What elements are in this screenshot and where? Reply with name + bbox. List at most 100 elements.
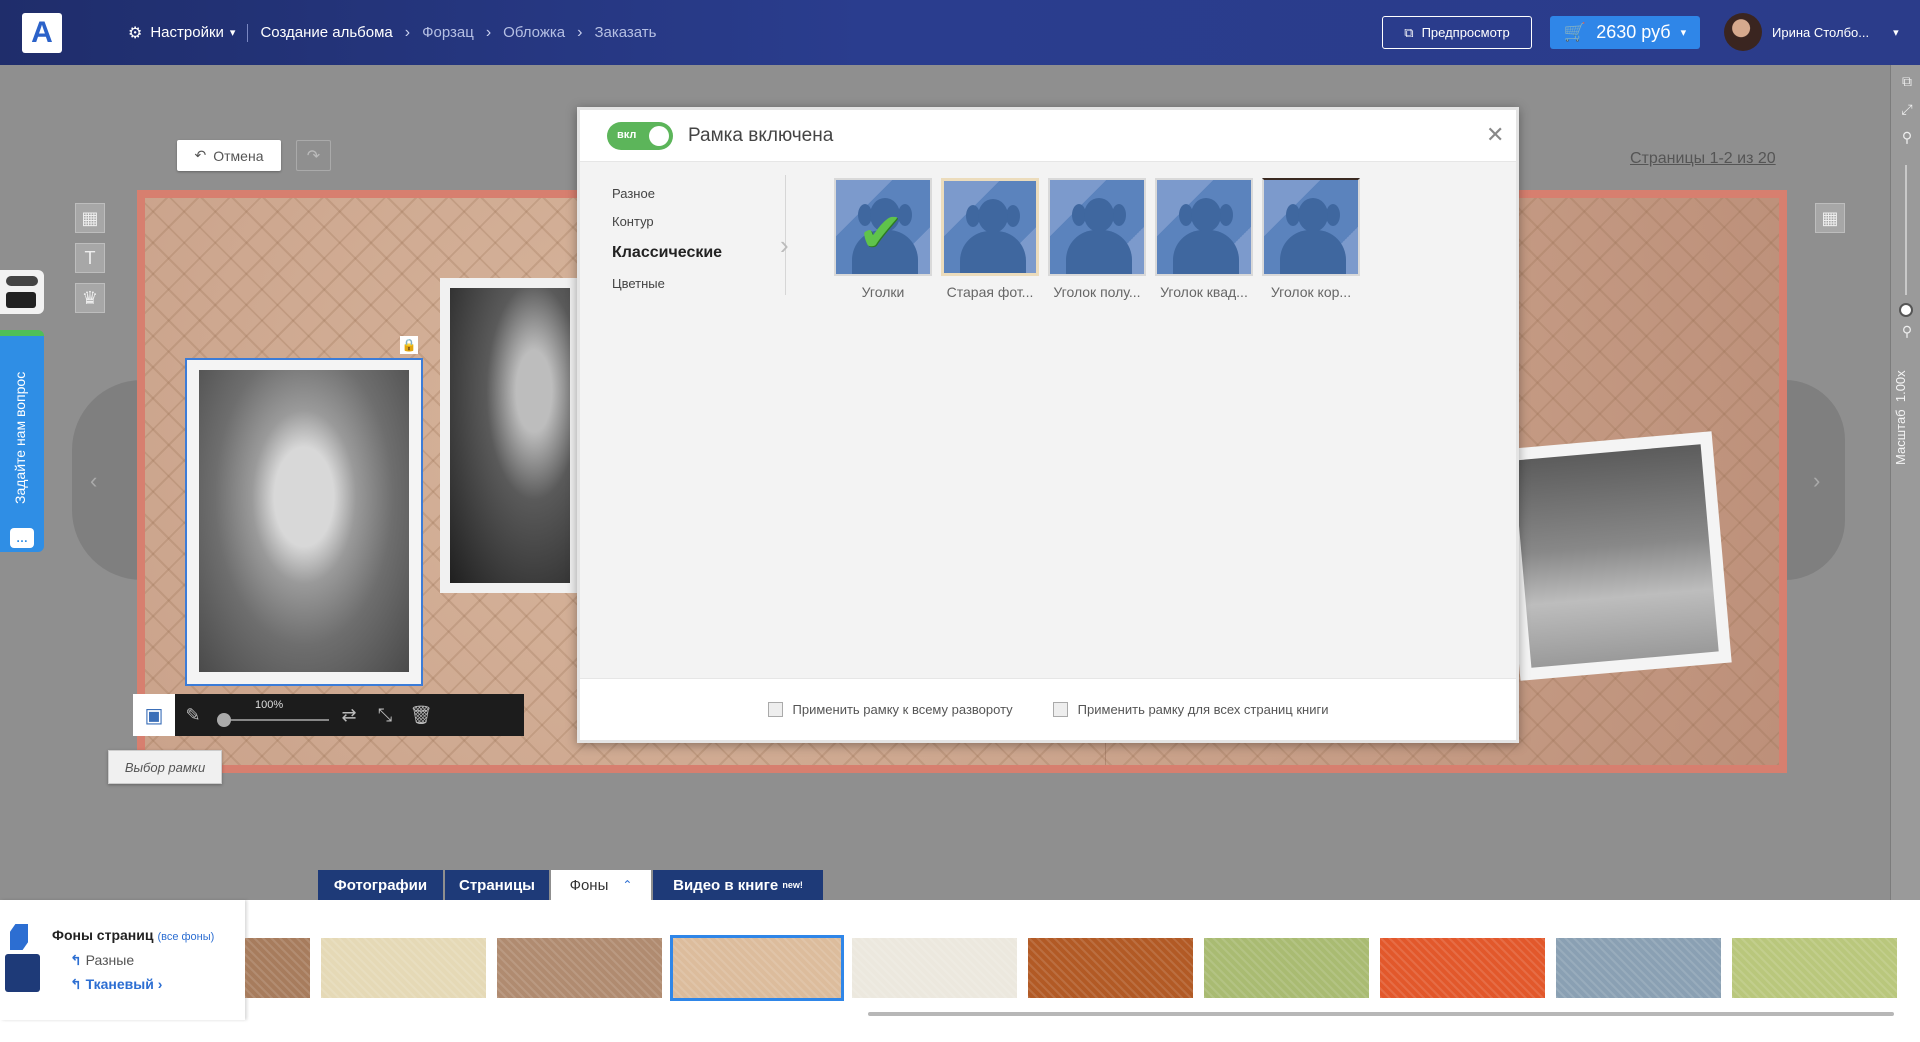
background-swatch[interactable] xyxy=(1380,938,1545,998)
frame-thumbnail: ✔ xyxy=(834,178,932,276)
background-swatch[interactable] xyxy=(1732,938,1897,998)
chevron-right-icon: › xyxy=(485,23,492,41)
photo-image xyxy=(199,370,409,672)
category-parent[interactable]: ↰ Разные xyxy=(70,952,134,969)
cart-button[interactable]: 🛒 2630 руб ▾ xyxy=(1550,16,1700,49)
frame-thumbnail xyxy=(941,178,1039,276)
undo-button[interactable]: ↶ Отмена xyxy=(177,140,281,171)
accessibility-widget[interactable] xyxy=(0,270,44,314)
backgrounds-panel: Фоны страниц (все фоны) ↰ Разные ↰ Тканев… xyxy=(0,900,1920,1042)
chevron-down-icon: ▾ xyxy=(1893,26,1899,39)
top-bar: A ⚙ Настройки ▾ Создание альбома › Форза… xyxy=(0,0,1920,65)
background-swatch[interactable] xyxy=(245,938,310,998)
frame-thumbnail xyxy=(1048,178,1146,276)
slider-handle[interactable] xyxy=(217,713,231,727)
layout-tool-icon[interactable]: ▦ xyxy=(75,203,105,233)
next-page-button[interactable]: › xyxy=(1785,380,1845,580)
zoom-slider-handle[interactable] xyxy=(1899,303,1913,317)
chevron-down-icon: ▾ xyxy=(229,27,236,39)
redo-button[interactable]: ↷ xyxy=(296,140,331,171)
chevron-down-icon: ▾ xyxy=(1680,27,1687,39)
zoom-readout: Масштаб 1.00x xyxy=(1893,370,1908,465)
apply-all-checkbox[interactable]: Применить рамку для всех страниц книги xyxy=(1052,702,1328,717)
category-classic[interactable]: Классические xyxy=(612,236,752,270)
crumb-create-album[interactable]: Создание альбома xyxy=(260,24,392,41)
layers-icon[interactable] xyxy=(10,924,28,950)
tab-pages[interactable]: Страницы xyxy=(445,870,549,900)
dialog-title: Рамка включена xyxy=(688,125,834,146)
zoom-track xyxy=(1905,165,1907,295)
crown-tool-icon[interactable]: ♛ xyxy=(75,283,105,313)
background-swatch[interactable] xyxy=(497,938,662,998)
category-outline[interactable]: Контур xyxy=(612,208,752,236)
toggle-knob xyxy=(649,126,669,146)
toggle-icon xyxy=(6,276,38,286)
chevron-left-icon: ‹ xyxy=(90,468,98,493)
replace-photo-icon[interactable]: ⇄ xyxy=(331,694,367,736)
fit-photo-icon[interactable]: ⤡ xyxy=(367,694,403,736)
tab-photos[interactable]: Фотографии xyxy=(318,870,443,900)
chevron-right-icon: › xyxy=(780,230,789,260)
check-icon: ✔ xyxy=(858,203,904,263)
chevron-up-icon: ⌃ xyxy=(622,878,633,892)
category-current[interactable]: ↰ Тканевый › xyxy=(70,976,162,993)
photo-zoom-slider[interactable]: 100% xyxy=(211,694,331,736)
trash-icon[interactable]: 🗑 xyxy=(403,694,439,736)
frame-option-old-photo[interactable]: Старая фот... xyxy=(941,178,1039,300)
background-swatch[interactable] xyxy=(1028,938,1193,998)
frame-select-icon[interactable]: ▣ xyxy=(133,694,175,736)
category-misc[interactable]: Разное xyxy=(612,180,752,208)
zoom-out-icon[interactable]: ⚲ xyxy=(1899,323,1915,339)
crumb-endpaper[interactable]: Форзац xyxy=(422,24,474,41)
breadcrumb: ⚙ Настройки ▾ Создание альбома › Форзац … xyxy=(128,0,656,65)
crumb-order[interactable]: Заказать xyxy=(594,24,656,41)
background-swatch[interactable] xyxy=(852,938,1017,998)
fullscreen-icon[interactable]: ⤢ xyxy=(1899,101,1915,117)
frame-option-half-corner[interactable]: Уголок полу... xyxy=(1048,178,1146,300)
frame-option-square-corner[interactable]: Уголок квад... xyxy=(1155,178,1253,300)
frame-dialog: вкл Рамка включена ✕ Разное Контур Класс… xyxy=(577,107,1519,743)
horizontal-scrollbar[interactable] xyxy=(868,1012,1894,1016)
text-tool-icon[interactable]: T xyxy=(75,243,105,273)
dialog-header: вкл Рамка включена ✕ xyxy=(580,110,1516,162)
background-swatch[interactable] xyxy=(321,938,486,998)
ask-question-tab[interactable]: Задайте нам вопрос … xyxy=(0,330,44,552)
photo-old-man-selected[interactable] xyxy=(185,358,423,686)
frame-thumbnail xyxy=(1262,178,1360,276)
settings-menu[interactable]: ⚙ Настройки ▾ xyxy=(128,23,235,43)
photo-woman[interactable] xyxy=(440,278,580,593)
undo-icon: ↶ xyxy=(194,147,207,163)
checkbox-box xyxy=(1052,702,1068,717)
pages-counter[interactable]: Страницы 1-2 из 20 xyxy=(1630,150,1776,168)
frame-option-corners[interactable]: ✔ Уголки xyxy=(834,178,932,300)
apply-spread-checkbox[interactable]: Применить рамку к всему развороту xyxy=(767,702,1013,717)
user-menu[interactable]: Ирина Столбо... ▾ xyxy=(1724,13,1899,51)
frame-thumbnail xyxy=(1155,178,1253,276)
background-swatch[interactable] xyxy=(670,935,844,1001)
lock-icon[interactable]: 🔒 xyxy=(400,336,418,354)
background-thumbnails xyxy=(245,935,1897,1001)
app-logo[interactable]: A xyxy=(22,13,62,53)
photos-icon[interactable] xyxy=(5,954,40,992)
photo-street[interactable] xyxy=(1500,431,1732,681)
photo-image xyxy=(450,288,570,583)
tab-backgrounds[interactable]: Фоны ⌃ xyxy=(551,870,651,900)
brush-icon[interactable]: ✎ xyxy=(175,694,211,736)
background-swatch[interactable] xyxy=(1204,938,1369,998)
all-backgrounds-link[interactable]: (все фоны) xyxy=(157,931,214,943)
divider xyxy=(247,23,249,42)
cart-icon: 🛒 xyxy=(1563,22,1587,42)
external-link-icon[interactable]: ⧉ xyxy=(1899,73,1915,89)
layout-right-icon[interactable]: ▦ xyxy=(1815,203,1845,233)
preview-button[interactable]: ⧉ Предпросмотр xyxy=(1382,16,1532,49)
close-icon[interactable]: ✕ xyxy=(1486,122,1504,148)
sliders-icon: ⚙ xyxy=(128,24,143,42)
tab-video[interactable]: Видео в книге new! xyxy=(653,870,823,900)
crumb-cover[interactable]: Обложка xyxy=(503,24,565,41)
zoom-in-icon[interactable]: ⚲ xyxy=(1899,129,1915,145)
frame-toggle[interactable]: вкл xyxy=(607,122,673,150)
frame-grid: ✔ Уголки Старая фот... Уголок полу... Уг… xyxy=(834,178,1360,300)
frame-option-brown-corner[interactable]: Уголок кор... xyxy=(1262,178,1360,300)
background-swatch[interactable] xyxy=(1556,938,1721,998)
category-colored[interactable]: Цветные xyxy=(612,270,752,298)
